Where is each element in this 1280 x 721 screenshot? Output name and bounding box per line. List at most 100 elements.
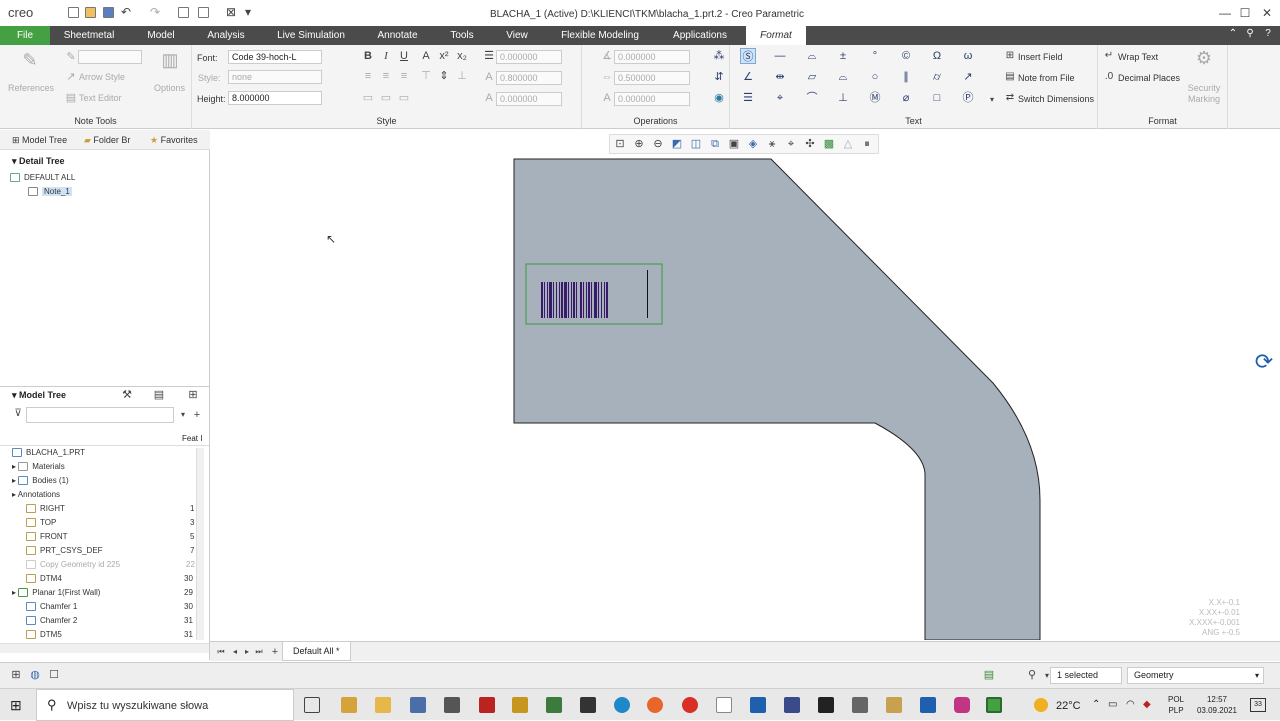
tab-applications[interactable]: Applications	[664, 26, 736, 45]
app-icon-8[interactable]	[818, 697, 834, 713]
tab-annotate[interactable]: Annotate	[370, 26, 425, 45]
angularity-icon[interactable]: ∠	[740, 69, 756, 85]
detail-tree-item[interactable]: DEFAULT ALL	[10, 171, 75, 185]
circularity-icon[interactable]: ○	[867, 69, 883, 85]
tree-row[interactable]: FRONT	[26, 530, 68, 544]
sheet-tab-default[interactable]: Default All *	[282, 642, 351, 661]
arrow-style-icon[interactable]: ↗	[64, 70, 78, 84]
align-left-icon[interactable]: ≡	[361, 69, 375, 83]
width-factor-input[interactable]: 0.800000	[496, 71, 562, 85]
align-top-icon[interactable]: ⊤	[419, 69, 433, 83]
tab-favorites[interactable]: ★ Favorites	[150, 130, 198, 150]
spacing-icon[interactable]: ⇔	[600, 70, 614, 84]
creo-taskbar-icon[interactable]	[986, 697, 1002, 713]
open-icon[interactable]	[85, 7, 96, 18]
surface-profile-icon[interactable]: ⌓	[835, 69, 851, 85]
italic-icon[interactable]: I	[379, 49, 393, 63]
concentricity-icon[interactable]: ☰	[740, 90, 756, 106]
app-icon-1[interactable]	[410, 697, 426, 713]
maximize-icon[interactable]: ☐	[1238, 6, 1252, 20]
position-icon[interactable]: ⌖	[772, 90, 788, 106]
selected-count[interactable]: 1 selected	[1050, 667, 1122, 684]
square-icon[interactable]: □	[929, 90, 945, 106]
angle-icon[interactable]: ∡	[600, 49, 614, 63]
perspective-icon[interactable]: ◈	[746, 137, 760, 151]
redo-icon[interactable]: ↷	[148, 5, 162, 19]
save-icon[interactable]	[103, 7, 114, 18]
windows-start-icon[interactable]: ⊞	[10, 698, 22, 712]
tree-row[interactable]: ▸ Bodies (1)	[12, 474, 69, 488]
width-factor-icon[interactable]: A	[482, 70, 496, 84]
repaint-icon[interactable]: ◩	[670, 137, 684, 151]
detail-tree-title[interactable]: ▾ Detail Tree	[12, 156, 65, 167]
references-button[interactable]: References	[8, 83, 54, 93]
text-color-icon[interactable]: A	[419, 49, 433, 63]
help-icon[interactable]: ?	[1261, 28, 1275, 39]
tree-row[interactable]: ▸ Annotations	[12, 488, 60, 502]
toggle-browser-icon[interactable]: ◍	[28, 668, 42, 682]
tree-hscrollbar[interactable]	[0, 643, 209, 653]
warning-icon[interactable]: △	[841, 137, 855, 151]
new-icon[interactable]	[68, 7, 79, 18]
switch-dimensions-icon[interactable]: ⇄	[1003, 91, 1017, 105]
model-tree-title[interactable]: ▾ Model Tree	[12, 390, 66, 401]
app-icon-5[interactable]	[546, 697, 562, 713]
mmc-icon[interactable]: Ⓜ	[867, 90, 883, 106]
list3-icon[interactable]: ▭	[397, 91, 411, 105]
tab-model[interactable]: Model	[138, 26, 184, 45]
offset-input[interactable]: 0.000000	[614, 92, 690, 106]
switch-dimensions-button[interactable]: Switch Dimensions	[1018, 94, 1094, 104]
tab-folder-browser[interactable]: ▰ Folder Br	[84, 130, 130, 150]
language-indicator[interactable]: POL PLP	[1166, 694, 1186, 716]
options-icon[interactable]: ▥	[160, 51, 180, 69]
tab-file[interactable]: File	[0, 26, 50, 45]
graphics-area[interactable]: ↖ ⟳ X.X+-0.1 X.XX+-0.01 X.XXX+-0.001 ANG…	[210, 130, 1280, 640]
sd-symbol-icon[interactable]: Ⓢ	[740, 48, 756, 64]
notepad-icon[interactable]	[716, 697, 732, 713]
tree-row[interactable]: TOP	[26, 516, 56, 530]
perpendicularity-icon[interactable]: ⊥	[835, 90, 851, 106]
tree-columns-icon[interactable]: ▤	[152, 388, 166, 402]
find-icon[interactable]: ⚲	[1025, 668, 1039, 682]
feat-id-header[interactable]: Feat I	[182, 434, 202, 443]
slant-input[interactable]: 0.000000	[496, 92, 562, 106]
app-icon-6[interactable]	[580, 697, 596, 713]
tree-filter-icon[interactable]: ⊞	[186, 388, 200, 402]
edge-icon[interactable]	[614, 697, 630, 713]
style-select[interactable]: none	[228, 70, 322, 84]
tree-row[interactable]: ▸ Materials	[12, 460, 65, 474]
bold-icon[interactable]: B	[361, 49, 375, 63]
line-spacing-icon[interactable]: ☰	[482, 49, 496, 63]
tab-analysis[interactable]: Analysis	[202, 26, 250, 45]
flatness-icon[interactable]: ⌓	[804, 48, 820, 64]
app-icon-7[interactable]	[784, 697, 800, 713]
last-sheet-icon[interactable]: ⏭	[252, 645, 266, 659]
symmetry-icon[interactable]: ⇹	[772, 69, 788, 85]
tree-scrollbar[interactable]	[196, 448, 204, 640]
degree-icon[interactable]: °	[867, 48, 883, 64]
subscript-icon[interactable]: x₂	[455, 49, 469, 63]
references-icon[interactable]: ✎	[20, 51, 40, 69]
tree-row[interactable]: BLACHA_1.PRT	[12, 446, 85, 460]
wifi-icon[interactable]: ◠	[1126, 699, 1135, 710]
arrow-style-button[interactable]: Arrow Style	[79, 72, 125, 82]
tree-row[interactable]: Copy Geometry id 225	[26, 558, 120, 572]
insert-field-icon[interactable]: ⊞	[1003, 49, 1017, 63]
creo-logo-icon[interactable]: ⟳	[1250, 348, 1278, 376]
pause-icon[interactable]: ⏸	[860, 137, 874, 151]
omega-icon[interactable]: Ω	[929, 48, 945, 64]
pencil-icon[interactable]: ✎	[64, 50, 78, 64]
tray-app-icon[interactable]: ◆	[1143, 699, 1151, 710]
taskbar-search[interactable]: ⚲ Wpisz tu wyszukiwane słowa	[36, 689, 294, 721]
regen-status-icon[interactable]: ▤	[982, 668, 996, 682]
tab-format[interactable]: Format	[746, 26, 806, 45]
app-icon-4[interactable]	[512, 697, 528, 713]
tab-flexible-modeling[interactable]: Flexible Modeling	[554, 26, 646, 45]
tree-row[interactable]: PRT_CSYS_DEF	[26, 544, 103, 558]
note-from-file-button[interactable]: Note from File	[1018, 73, 1075, 83]
view-manager-icon[interactable]: ▣	[727, 137, 741, 151]
list2-icon[interactable]: ▭	[379, 91, 393, 105]
text-style-icon[interactable]: ⁂	[712, 49, 726, 63]
app-icon-3[interactable]	[479, 697, 495, 713]
undo-icon[interactable]: ↶	[119, 5, 133, 19]
